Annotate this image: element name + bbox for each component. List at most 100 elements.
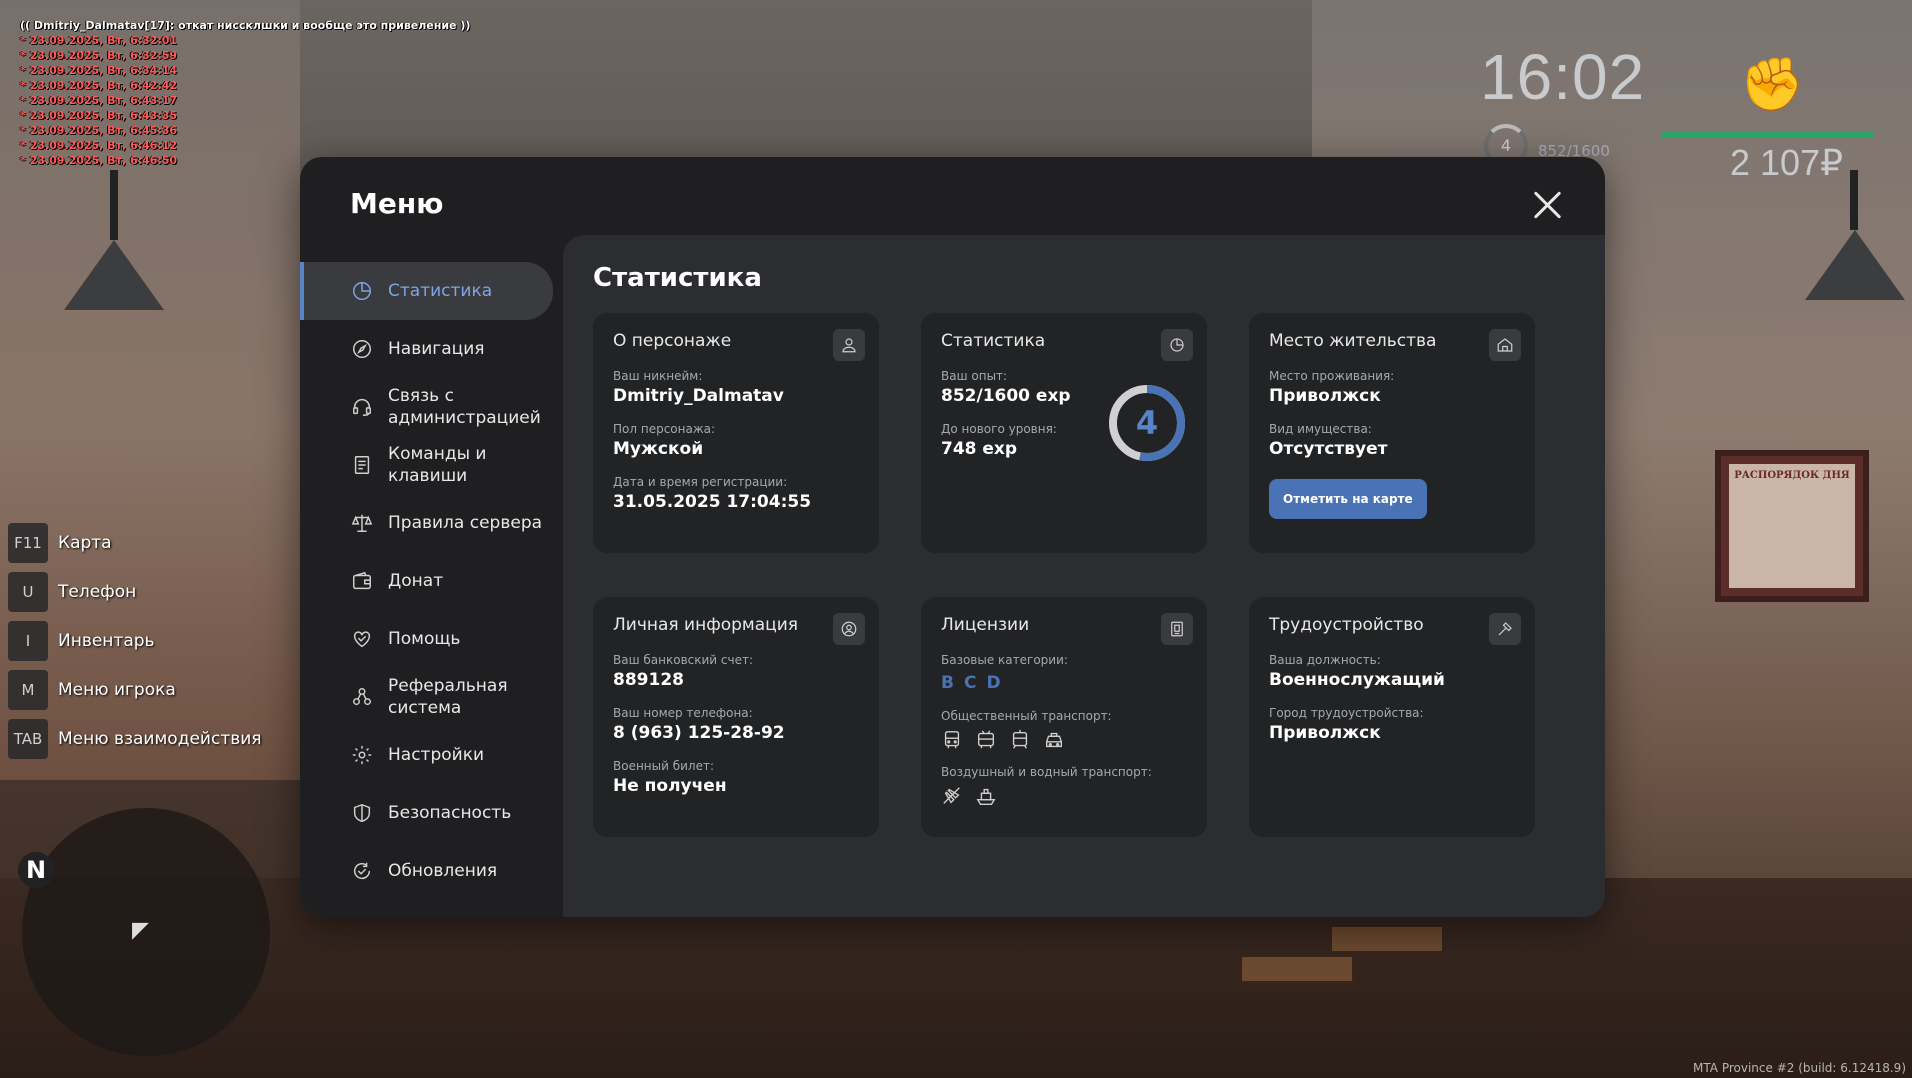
field-label: Ваш номер телефона: [613,706,753,720]
lamp-cord [1850,170,1858,230]
sidebar-item-settings[interactable]: Настройки [300,726,563,784]
card-title: О персонаже [613,331,732,351]
card-residence: Место жительства Место проживания: Приво… [1249,313,1535,553]
card-title: Статистика [941,331,1046,351]
public-transport-licenses [941,729,1187,751]
phone-value: 8 (963) 125-28-92 [613,723,785,743]
bus-icon [941,729,963,751]
north-indicator: N [18,852,54,888]
player-arrow-icon: ◤ [132,918,149,943]
headset-icon [350,395,374,419]
sidebar-item-admin-contact[interactable]: Связь с администрацией [300,378,563,436]
position-value: Военнослужащий [1269,670,1445,690]
lamp-cord [110,170,118,240]
key-badge: M [8,669,48,710]
military-id-value: Не получен [613,776,727,796]
field-label: Ваш банковский счет: [613,653,754,667]
field-label: Воздушный и водный транспорт: [941,765,1152,779]
card-title: Место жительства [1269,331,1437,351]
license-category: B [941,673,954,693]
wallet-icon [350,569,374,593]
sidebar-item-commands[interactable]: Команды и клавиши [300,436,563,494]
sidebar-item-label: Обновления [388,861,498,881]
house-icon [1489,329,1521,361]
license-categories: B C D [941,673,1187,693]
quick-key-inventory[interactable]: I Инвентарь [8,616,262,665]
build-info: MTA Province #2 (build: 6.12418.9) [1693,1061,1906,1075]
field-label: Базовые категории: [941,653,1068,667]
card-title: Лицензии [941,615,1030,635]
sidebar-item-navigation[interactable]: Навигация [300,320,563,378]
sidebar-item-updates[interactable]: Обновления [300,842,563,900]
notice-board: РАСПОРЯДОК ДНЯ [1715,450,1869,602]
pie-chart-icon [1161,329,1193,361]
property-value: Отсутствует [1269,439,1388,459]
fist-icon: ✊ [1740,55,1805,115]
chat-line: * 23.09.2025, Вт, 6:43:35 [20,109,178,122]
license-category: D [986,673,1001,693]
mark-on-map-button[interactable]: Отметить на карте [1269,479,1427,519]
sidebar-item-label: Безопасность [388,803,512,823]
residence-value: Приволжск [1269,386,1381,406]
quick-key-label: Меню взаимодействия [58,728,262,749]
refresh-icon [350,859,374,883]
sidebar-item-rules[interactable]: Правила сервера [300,494,563,552]
health-bar [1662,132,1874,138]
card-title: Трудоустройство [1269,615,1424,635]
card-character: О персонаже Ваш никнейм: Dmitriy_Dalmata… [593,313,879,553]
gear-icon [350,743,374,767]
air-water-licenses [941,785,1187,807]
chat-line: * 23.09.2025, Вт, 6:32:01 [20,34,178,47]
chat-line: * 23.09.2025, Вт, 6:45:36 [20,124,178,137]
scales-icon [350,511,374,535]
quick-key-map[interactable]: F11 Карта [8,518,262,567]
shield-icon [350,801,374,825]
trolleybus-icon [975,729,997,751]
license-icon [1161,613,1193,645]
sidebar-item-security[interactable]: Безопасность [300,784,563,842]
sidebar-item-label: Реферальная система [388,676,508,718]
close-icon[interactable] [1529,187,1565,223]
sidebar-item-statistics[interactable]: Статистика [300,262,553,320]
user-circle-icon [833,613,865,645]
sidebar-item-help[interactable]: Помощь [300,610,563,668]
level-number: 4 [1135,404,1159,442]
key-badge: I [8,620,48,661]
field-label: Общественный транспорт: [941,709,1112,723]
chat-line: * 23.09.2025, Вт, 6:32:59 [20,49,178,62]
card-employment: Трудоустройство Ваша должность: Военносл… [1249,597,1535,837]
quick-key-phone[interactable]: U Телефон [8,567,262,616]
field-label: Место проживания: [1269,369,1395,383]
tram-icon [1009,729,1031,751]
card-statistics: Статистика Ваш опыт: 852/1600 exp До нов… [921,313,1207,553]
compass-icon [350,337,374,361]
chat-log: (( Dmitriy_Dalmatav[17]: откат ниссклшки… [20,18,470,168]
field-label: Ваш никнейм: [613,369,703,383]
bench [1240,955,1354,983]
sidebar-item-referral[interactable]: Реферальная система [300,668,563,726]
lamp [64,240,164,310]
quick-key-interaction-menu[interactable]: TAB Меню взаимодействия [8,714,262,763]
card-licenses: Лицензии Базовые категории: B C D Общест… [921,597,1207,837]
sidebar-item-donate[interactable]: Донат [300,552,563,610]
airplane-icon [941,785,963,807]
menu-title: Меню [350,187,444,220]
bench [1330,925,1444,953]
field-label: Военный билет: [613,759,715,773]
sidebar-item-label: Настройки [388,745,485,765]
page-title: Статистика [593,263,762,293]
sidebar-item-label: Связь с администрацией [388,386,541,428]
menu-sidebar: Статистика Навигация Связь с администрац… [300,262,563,900]
menu-modal: Меню Статистика Навигация Связь с админи… [300,157,1605,917]
quick-key-label: Инвентарь [58,630,155,651]
chat-line: * 23.09.2025, Вт, 6:34:14 [20,64,178,77]
quick-key-player-menu[interactable]: M Меню игрока [8,665,262,714]
sidebar-item-label: Правила сервера [388,513,543,533]
card-personal-info: Личная информация Ваш банковский счет: 8… [593,597,879,837]
chat-line: * 23.09.2025, Вт, 6:43:17 [20,94,178,107]
taxi-icon [1043,729,1065,751]
notice-board-text: РАСПОРЯДОК ДНЯ [1729,464,1855,588]
sidebar-item-label: Навигация [388,339,485,359]
chat-message: (( Dmitriy_Dalmatav[17]: откат ниссклшки… [20,19,471,32]
quick-key-label: Карта [58,532,112,553]
